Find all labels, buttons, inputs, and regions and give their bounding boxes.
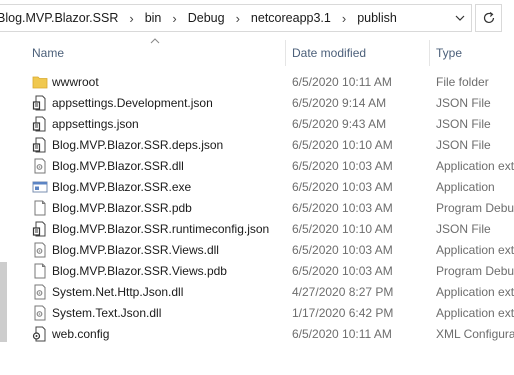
file-type: Application ext	[436, 306, 514, 320]
sort-ascending-icon	[150, 38, 160, 44]
file-row[interactable]: Blog.MVP.Blazor.SSR.Views.pdb 6/5/2020 10…	[0, 261, 514, 282]
column-header-name[interactable]: Name	[32, 46, 64, 60]
file-name[interactable]: Blog.MVP.Blazor.SSR.deps.json	[52, 138, 223, 152]
file-type: JSON File	[436, 222, 491, 236]
file-row[interactable]: appsettings.Development.json 6/5/2020 9:1…	[0, 93, 514, 114]
file-row[interactable]: Blog.MVP.Blazor.SSR.deps.json 6/5/2020 10…	[0, 135, 514, 156]
file-row[interactable]: wwwroot 6/5/2020 10:11 AM File folder	[0, 72, 514, 93]
file-name[interactable]: Blog.MVP.Blazor.SSR.dll	[52, 159, 184, 173]
dll-file-icon	[34, 305, 46, 321]
refresh-button[interactable]	[475, 4, 502, 32]
folder-icon	[32, 76, 48, 89]
column-header-type[interactable]: Type	[436, 46, 462, 60]
file-type: Program Debu	[436, 264, 514, 278]
file-date-modified: 6/5/2020 10:03 AM	[292, 180, 393, 194]
file-date-modified: 6/5/2020 10:03 AM	[292, 264, 393, 278]
file-row[interactable]: web.config 6/5/2020 10:11 AM XML Configura	[0, 324, 514, 345]
file-date-modified: 6/5/2020 10:10 AM	[292, 222, 393, 236]
json-file-icon	[32, 221, 46, 237]
file-row[interactable]: Blog.MVP.Blazor.SSR.exe 6/5/2020 10:03 AM…	[0, 177, 514, 198]
dll-file-icon	[34, 242, 46, 258]
file-type: JSON File	[436, 138, 491, 152]
file-date-modified: 6/5/2020 10:03 AM	[292, 159, 393, 173]
file-row[interactable]: System.Net.Http.Json.dll 4/27/2020 8:27 P…	[0, 282, 514, 303]
file-name[interactable]: System.Net.Http.Json.dll	[52, 285, 183, 299]
file-date-modified: 6/5/2020 10:11 AM	[292, 327, 392, 341]
file-date-modified: 6/5/2020 10:10 AM	[292, 138, 393, 152]
file-type: Application ext	[436, 243, 514, 257]
file-name[interactable]: wwwroot	[52, 75, 99, 89]
chevron-right-icon[interactable]: ›	[120, 11, 142, 26]
pdb-file-icon	[34, 263, 46, 279]
file-type: JSON File	[436, 117, 491, 131]
file-name[interactable]: Blog.MVP.Blazor.SSR.pdb	[52, 201, 192, 215]
file-date-modified: 6/5/2020 9:14 AM	[292, 96, 387, 110]
file-row[interactable]: Blog.MVP.Blazor.SSR.runtimeconfig.json 6/…	[0, 219, 514, 240]
chevron-right-icon[interactable]: ›	[163, 11, 185, 26]
file-name[interactable]: Blog.MVP.Blazor.SSR.runtimeconfig.json	[52, 222, 269, 236]
column-divider[interactable]	[429, 40, 430, 66]
chevron-right-icon[interactable]: ›	[333, 11, 355, 26]
file-date-modified: 6/5/2020 9:43 AM	[292, 117, 387, 131]
file-date-modified: 6/5/2020 10:03 AM	[292, 201, 393, 215]
file-name[interactable]: appsettings.json	[52, 117, 139, 131]
file-row[interactable]: Blog.MVP.Blazor.SSR.dll 6/5/2020 10:03 AM…	[0, 156, 514, 177]
file-name[interactable]: web.config	[52, 327, 109, 341]
file-date-modified: 6/5/2020 10:03 AM	[292, 243, 393, 257]
breadcrumb-project[interactable]: Blog.MVP.Blazor.SSR	[0, 11, 120, 25]
config-file-icon	[32, 326, 46, 342]
exe-file-icon	[32, 181, 48, 193]
json-file-icon	[32, 95, 46, 111]
file-name[interactable]: appsettings.Development.json	[52, 96, 213, 110]
breadcrumb-bin[interactable]: bin	[143, 11, 164, 25]
file-type: Application ext	[436, 159, 514, 173]
breadcrumb-netcoreapp[interactable]: netcoreapp3.1	[249, 11, 333, 25]
refresh-icon	[483, 12, 494, 24]
json-file-icon	[32, 116, 46, 132]
file-type: JSON File	[436, 96, 491, 110]
pdb-file-icon	[34, 200, 46, 216]
column-header-date-modified[interactable]: Date modified	[292, 46, 366, 60]
file-name[interactable]: Blog.MVP.Blazor.SSR.exe	[52, 180, 191, 194]
file-type: Application	[436, 180, 495, 194]
breadcrumb-publish[interactable]: publish	[355, 11, 399, 25]
file-name[interactable]: System.Text.Json.dll	[52, 306, 161, 320]
file-row[interactable]: appsettings.json 6/5/2020 9:43 AM JSON Fil…	[0, 114, 514, 135]
file-type: XML Configura	[436, 327, 514, 341]
file-date-modified: 6/5/2020 10:11 AM	[292, 75, 392, 89]
file-type: Program Debu	[436, 201, 514, 215]
file-row[interactable]: Blog.MVP.Blazor.SSR.Views.dll 6/5/2020 10…	[0, 240, 514, 261]
file-type: Application ext	[436, 285, 514, 299]
chevron-right-icon[interactable]: ›	[227, 11, 249, 26]
json-file-icon	[32, 137, 46, 153]
file-name[interactable]: Blog.MVP.Blazor.SSR.Views.dll	[52, 243, 219, 257]
file-name[interactable]: Blog.MVP.Blazor.SSR.Views.pdb	[52, 264, 227, 278]
file-row[interactable]: Blog.MVP.Blazor.SSR.pdb 6/5/2020 10:03 AM…	[0, 198, 514, 219]
breadcrumb-debug[interactable]: Debug	[186, 11, 227, 25]
column-divider[interactable]	[285, 40, 286, 66]
file-date-modified: 1/17/2020 6:42 PM	[292, 306, 394, 320]
file-type: File folder	[436, 75, 489, 89]
file-date-modified: 4/27/2020 8:27 PM	[292, 285, 394, 299]
dll-file-icon	[34, 158, 46, 174]
file-row[interactable]: System.Text.Json.dll 1/17/2020 6:42 PM App…	[0, 303, 514, 324]
chevron-down-icon[interactable]	[455, 13, 465, 23]
dll-file-icon	[34, 284, 46, 300]
address-bar[interactable]: Blog.MVP.Blazor.SSR › bin › Debug › netc…	[0, 4, 472, 32]
